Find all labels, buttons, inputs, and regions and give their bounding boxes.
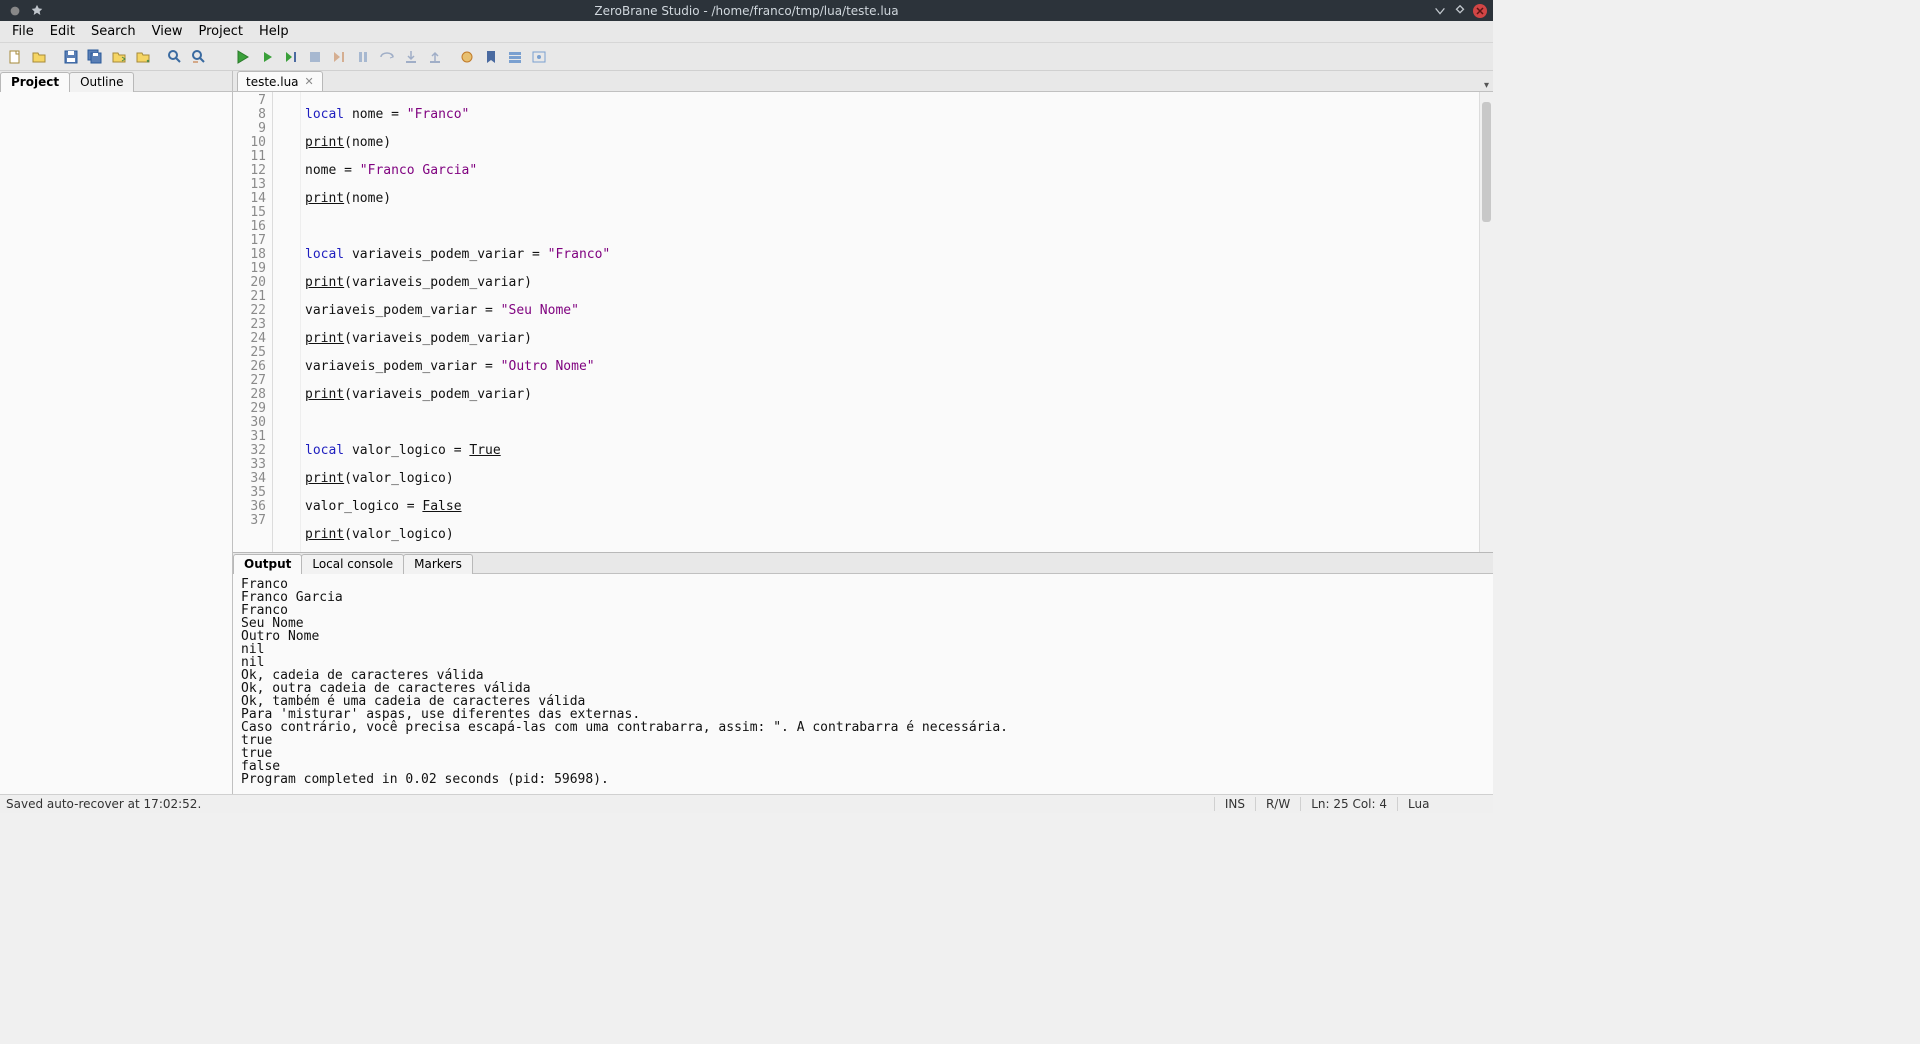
replace-button[interactable] (188, 46, 210, 68)
recent-project-button[interactable] (132, 46, 154, 68)
editor-scrollbar[interactable] (1479, 92, 1493, 552)
new-file-button[interactable] (4, 46, 26, 68)
menu-search[interactable]: Search (83, 22, 144, 41)
bottom-pane: Output Local console Markers Franco Fran… (233, 552, 1493, 794)
status-position: Ln: 25 Col: 4 (1300, 797, 1397, 811)
close-tab-icon[interactable]: ✕ (305, 75, 314, 88)
step-out-button[interactable] (424, 46, 446, 68)
window-title: ZeroBrane Studio - /home/franco/tmp/lua/… (0, 4, 1493, 18)
toolbar (0, 43, 1493, 71)
toggle-bookmark-button[interactable] (480, 46, 502, 68)
menubar: File Edit Search View Project Help (0, 21, 1493, 43)
step-into-button[interactable] (400, 46, 422, 68)
tab-outline[interactable]: Outline (69, 72, 134, 92)
code-area[interactable]: local nome = "Franco" print(nome) nome =… (301, 92, 1479, 552)
line-gutter: 7891011121314151617181920212223242526272… (233, 92, 273, 552)
pin-icon[interactable] (30, 4, 44, 18)
status-language: Lua (1397, 797, 1487, 811)
break-button[interactable] (328, 46, 350, 68)
tabs-chevron-icon[interactable]: ▾ (1484, 80, 1489, 91)
run-button[interactable] (232, 46, 254, 68)
status-rw: R/W (1255, 797, 1300, 811)
fold-margin[interactable] (273, 92, 301, 552)
editor-tab-label: teste.lua (246, 75, 299, 89)
code-editor[interactable]: 7891011121314151617181920212223242526272… (233, 92, 1493, 552)
status-message: Saved auto-recover at 17:02:52. (6, 797, 201, 811)
stop-button[interactable] (304, 46, 326, 68)
tab-project[interactable]: Project (0, 72, 70, 92)
run-to-cursor-button[interactable] (280, 46, 302, 68)
save-button[interactable] (60, 46, 82, 68)
output-panel[interactable]: Franco Franco Garcia Franco Seu Nome Out… (233, 574, 1493, 794)
toggle-breakpoint-button[interactable] (456, 46, 478, 68)
view-stack-button[interactable] (504, 46, 526, 68)
step-over-button[interactable] (376, 46, 398, 68)
menu-file[interactable]: File (4, 22, 42, 41)
tab-output[interactable]: Output (233, 554, 302, 574)
tab-local-console[interactable]: Local console (301, 554, 404, 574)
titlebar: ZeroBrane Studio - /home/franco/tmp/lua/… (0, 0, 1493, 21)
pause-button[interactable] (352, 46, 374, 68)
editor-tabs: teste.lua ✕ ▾ (233, 71, 1493, 92)
tab-markers[interactable]: Markers (403, 554, 473, 574)
view-watch-button[interactable] (528, 46, 550, 68)
maximize-icon[interactable] (1453, 4, 1467, 18)
close-button[interactable] (1473, 4, 1487, 18)
project-tree[interactable] (0, 92, 232, 794)
left-pane: Project Outline (0, 71, 233, 794)
menu-help[interactable]: Help (251, 22, 297, 41)
app-icon (8, 4, 22, 18)
menu-edit[interactable]: Edit (42, 22, 83, 41)
statusbar: Saved auto-recover at 17:02:52. INS R/W … (0, 794, 1493, 813)
debug-button[interactable] (256, 46, 278, 68)
menu-view[interactable]: View (144, 22, 191, 41)
status-insert: INS (1214, 797, 1255, 811)
app-window: ZeroBrane Studio - /home/franco/tmp/lua/… (0, 0, 1493, 813)
editor-tab-teste[interactable]: teste.lua ✕ (237, 71, 323, 91)
open-file-button[interactable] (28, 46, 50, 68)
project-dir-button[interactable] (108, 46, 130, 68)
save-all-button[interactable] (84, 46, 106, 68)
minimize-icon[interactable] (1433, 4, 1447, 18)
find-button[interactable] (164, 46, 186, 68)
menu-project[interactable]: Project (190, 22, 250, 41)
